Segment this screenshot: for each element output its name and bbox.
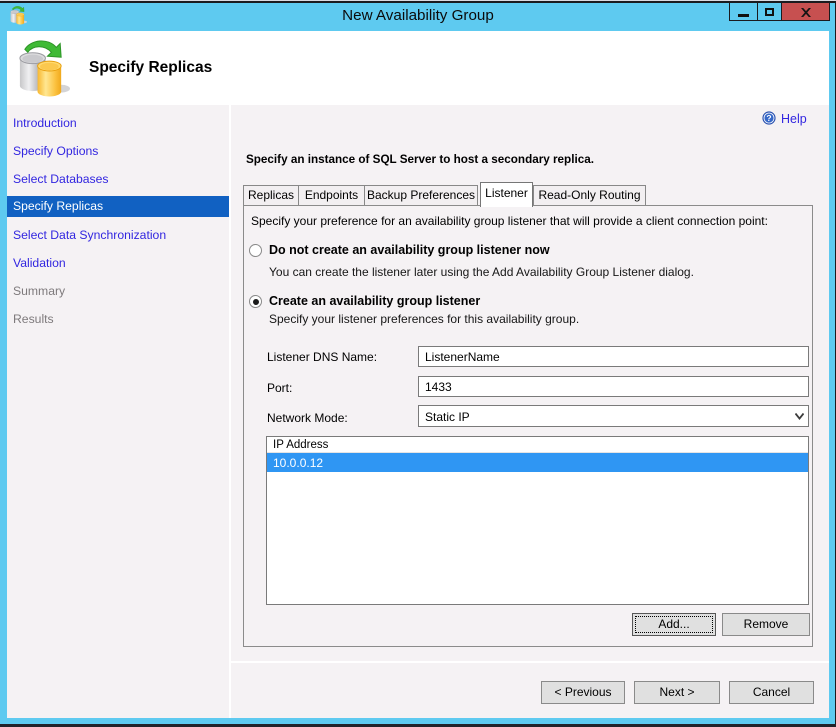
- svg-text:?: ?: [766, 113, 771, 123]
